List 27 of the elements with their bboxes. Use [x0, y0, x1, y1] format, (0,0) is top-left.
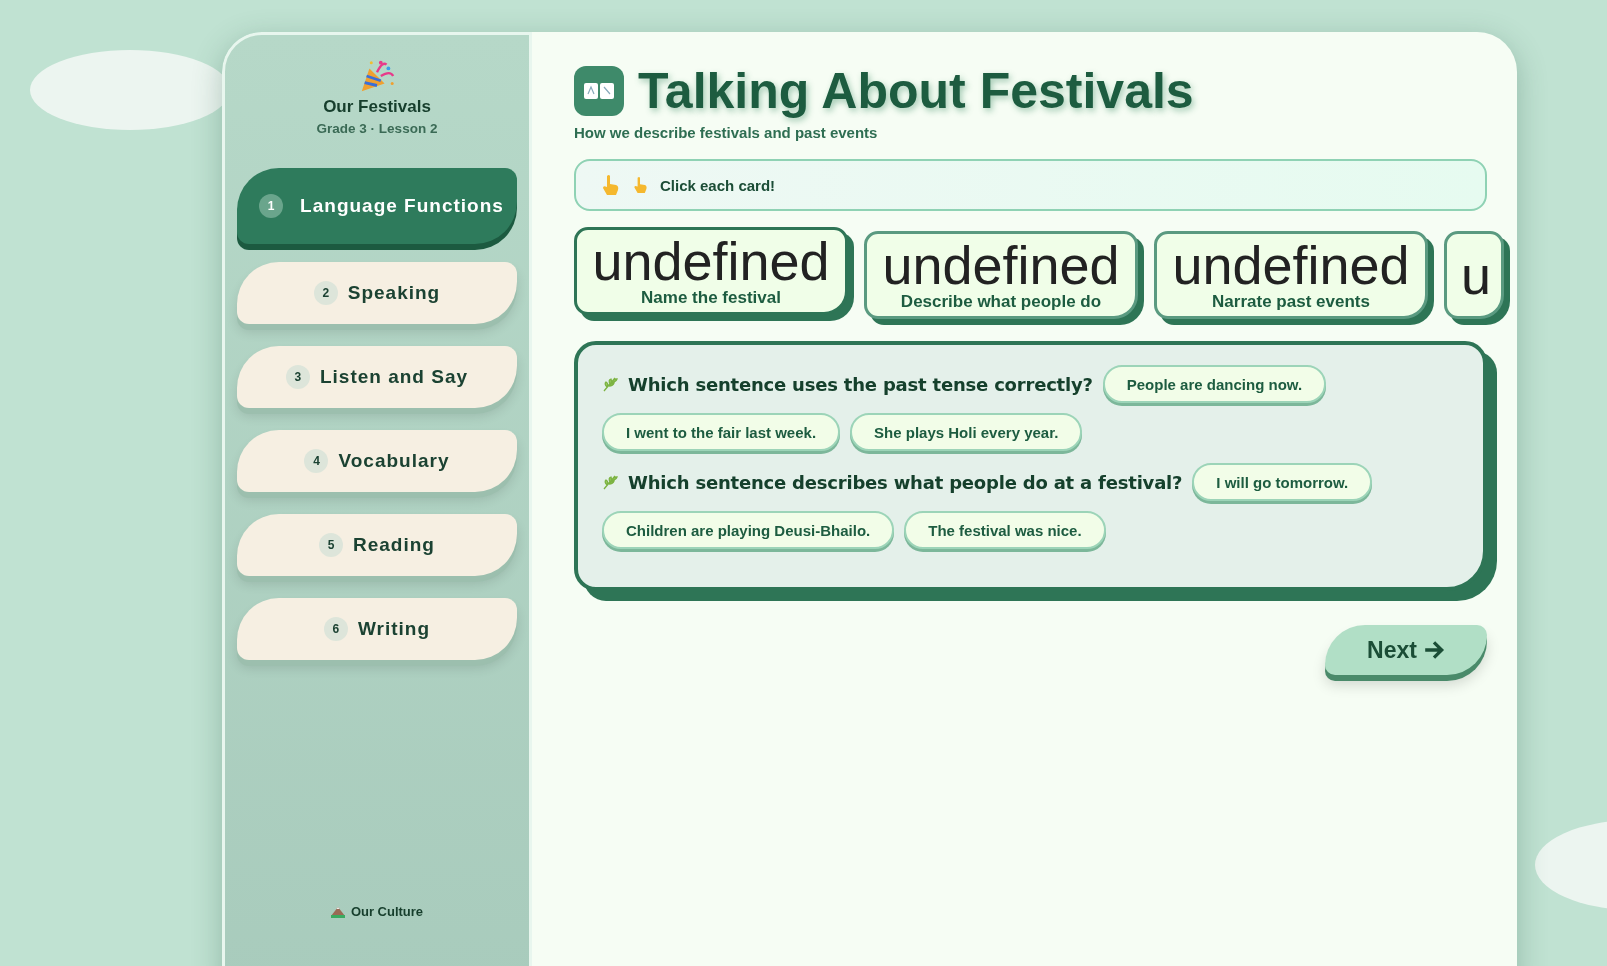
- question-text: Which sentence describes what people do at a festival?: [628, 471, 1183, 493]
- answer-option[interactable]: She plays Holi every year.: [850, 413, 1083, 451]
- answer-option[interactable]: The festival was nice.: [904, 511, 1106, 549]
- step-number: 1: [259, 194, 283, 218]
- step-number: 4: [304, 449, 329, 473]
- step-number: 3: [285, 365, 310, 389]
- answer-option[interactable]: I will go tomorrow.: [1192, 463, 1373, 501]
- leaf-icon: [602, 474, 618, 490]
- leaf-icon: [602, 376, 618, 392]
- page-title: Talking About Festivals: [638, 62, 1194, 120]
- answer-option[interactable]: I went to the fair last week.: [602, 413, 841, 451]
- question-text: Which sentence uses the past tense correctly?: [628, 373, 1093, 395]
- step-number: 2: [313, 281, 338, 305]
- step-number: 5: [319, 533, 343, 557]
- book-icon: [574, 66, 624, 116]
- pointing-hand-icon: [600, 174, 620, 196]
- arrow-right-icon: [1422, 639, 1445, 661]
- course-subtitle: Grade 3 · Lesson 2: [316, 121, 438, 136]
- answer-option[interactable]: People are dancing now.: [1102, 365, 1327, 403]
- answer-option[interactable]: Children are playing Deusi-Bhailo.: [602, 511, 895, 549]
- hint-text: Click each card!: [660, 176, 776, 194]
- page-subtitle: How we describe festivals and past events: [574, 124, 879, 141]
- step-number: 6: [323, 617, 348, 641]
- course-title: Our Festivals: [323, 97, 431, 117]
- footer-label: Our Culture: [350, 904, 424, 919]
- mountain-icon: [330, 905, 345, 918]
- pointing-hand-icon: [632, 176, 648, 194]
